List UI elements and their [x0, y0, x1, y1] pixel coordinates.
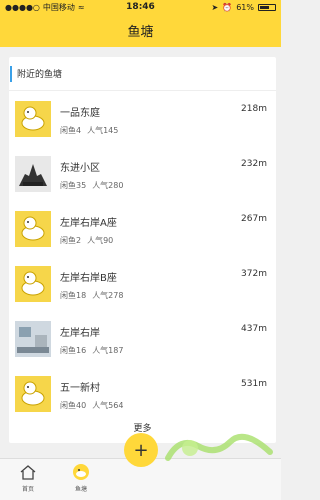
pond-popularity: 人气564	[92, 401, 124, 410]
pond-thumbnail-room-photo	[15, 321, 51, 357]
pond-meta: 闲鱼18 人气278	[60, 290, 123, 301]
pond-thumbnail-fish-icon	[15, 101, 51, 137]
pond-name: 左岸右岸B座	[60, 273, 117, 284]
section-title: 附近的鱼塘	[17, 70, 63, 80]
pond-thumbnail-fish-icon	[15, 376, 51, 412]
pond-idle-count: 闲鱼35	[60, 181, 87, 190]
pond-distance: 437m	[241, 324, 267, 334]
publish-button[interactable]: +	[124, 433, 158, 467]
home-icon	[20, 465, 36, 480]
pond-list-item[interactable]: 五一新村 闲鱼40 人气564 531m	[9, 367, 276, 422]
section-header: 附近的鱼塘	[9, 57, 276, 91]
pond-thumbnail-fish-icon	[15, 211, 51, 247]
pond-distance: 531m	[241, 379, 267, 389]
pond-list-item[interactable]: 一品东庭 闲鱼4 人气145 218m	[9, 92, 276, 147]
status-bar: ●●●●○ 中国移动 ≈ 18:46 ➤ ⏰ 61%	[0, 0, 281, 14]
pond-popularity: 人气280	[92, 181, 124, 190]
pond-name: 一品东庭	[60, 108, 100, 119]
nav-bar: 鱼塘	[0, 14, 281, 47]
tab-pond-label: 鱼塘	[74, 486, 87, 493]
tab-home-label: 首页	[21, 486, 34, 493]
pond-idle-count: 闲鱼16	[60, 346, 87, 355]
nearby-ponds-card: 附近的鱼塘 一品东庭 闲鱼4 人气145 218m 东进小区 闲鱼35 人气28…	[9, 57, 276, 443]
section-accent-bar	[10, 65, 12, 82]
pond-distance: 267m	[241, 214, 267, 224]
pond-list-item[interactable]: 左岸右岸A座 闲鱼2 人气90 267m	[9, 202, 276, 257]
plus-icon: +	[133, 439, 149, 461]
pond-list-item[interactable]: 东进小区 闲鱼35 人气280 232m	[9, 147, 276, 202]
pond-meta: 闲鱼2 人气90	[60, 235, 113, 246]
pond-idle-count: 闲鱼4	[60, 126, 82, 135]
pond-popularity: 人气278	[92, 291, 124, 300]
pond-name: 左岸右岸	[60, 328, 100, 339]
pond-name: 东进小区	[60, 163, 100, 174]
tab-pond[interactable]: 鱼塘	[61, 463, 101, 493]
battery-icon	[258, 3, 276, 11]
pond-idle-count: 闲鱼2	[60, 236, 82, 245]
pond-idle-count: 闲鱼18	[60, 291, 87, 300]
pond-name: 左岸右岸A座	[60, 218, 117, 229]
pond-meta: 闲鱼40 人气564	[60, 400, 123, 411]
pond-distance: 232m	[241, 159, 267, 169]
brand-watermark-logo	[165, 433, 273, 461]
pond-meta: 闲鱼35 人气280	[60, 180, 123, 191]
pond-thumbnail-fish-icon	[15, 266, 51, 302]
pond-list-item[interactable]: 左岸右岸 闲鱼16 人气187 437m	[9, 312, 276, 367]
pond-meta: 闲鱼16 人气187	[60, 345, 123, 356]
pond-thumbnail-building-photo	[15, 156, 51, 192]
pond-list-item[interactable]: 左岸右岸B座 闲鱼18 人气278 372m	[9, 257, 276, 312]
pond-popularity: 人气187	[92, 346, 124, 355]
pond-distance: 372m	[241, 269, 267, 279]
pond-popularity: 人气145	[87, 126, 119, 135]
pond-popularity: 人气90	[87, 236, 114, 245]
fish-tab-icon	[73, 464, 89, 480]
pond-distance: 218m	[241, 104, 267, 114]
pond-meta: 闲鱼4 人气145	[60, 125, 118, 136]
tab-home[interactable]: 首页	[8, 463, 48, 493]
pond-name: 五一新村	[60, 383, 100, 394]
status-time: 18:46	[126, 2, 155, 12]
page-title: 鱼塘	[127, 25, 154, 40]
pond-idle-count: 闲鱼40	[60, 401, 87, 410]
